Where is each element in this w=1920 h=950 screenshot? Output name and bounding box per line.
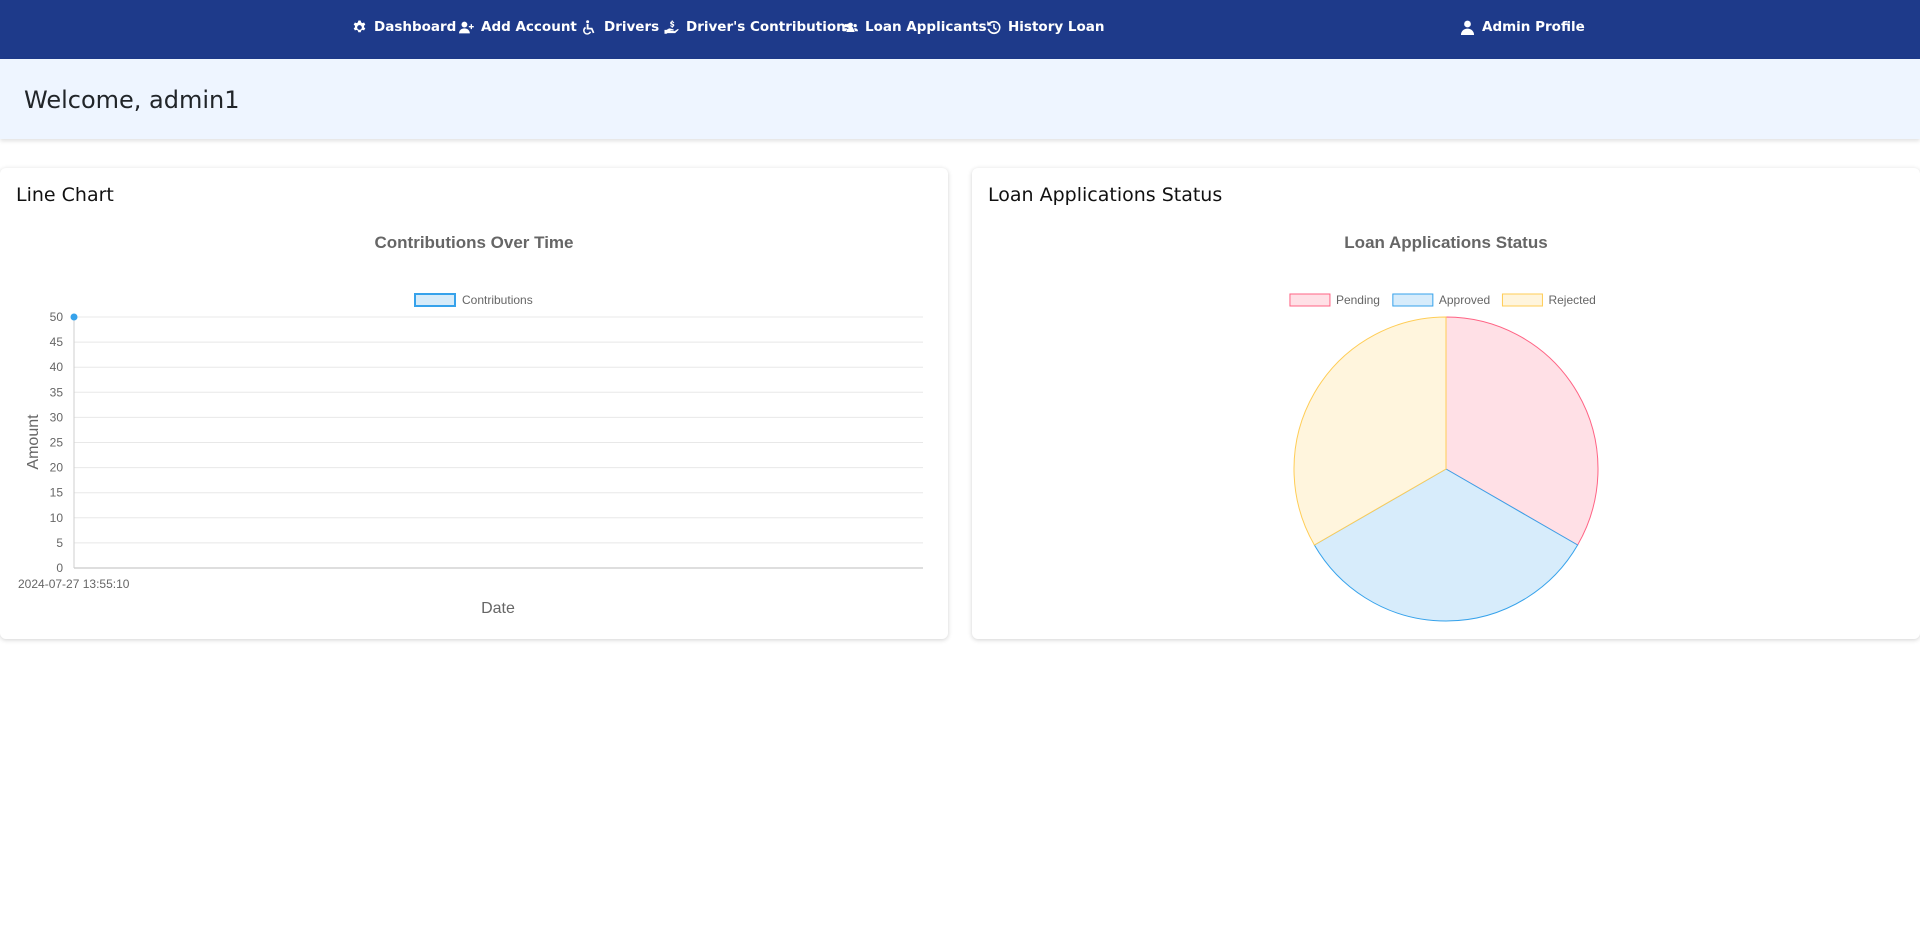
- legend-swatch-approved: [1392, 293, 1434, 307]
- data-point: [70, 313, 78, 321]
- legend-label-approved: Approved: [1439, 293, 1490, 307]
- legend-swatch-rejected: [1501, 293, 1543, 307]
- y-tick-label: 30: [50, 410, 64, 424]
- history-icon: [987, 20, 1001, 34]
- chart-title: Contributions Over Time: [375, 233, 574, 252]
- hand-holding-dollar-icon: [664, 19, 679, 34]
- nav-history-loan-label: History Loan: [1008, 19, 1105, 35]
- nav-drivers-label: Drivers: [604, 19, 660, 35]
- nav-loan-applicants-label: Loan Applicants: [865, 19, 987, 35]
- nav-dashboard[interactable]: Dashboard: [352, 0, 456, 54]
- nav-add-account-label: Add Account: [481, 19, 577, 35]
- y-tick-label: 0: [56, 561, 63, 575]
- y-tick-label: 40: [50, 360, 64, 374]
- y-tick-label: 10: [50, 511, 64, 525]
- x-axis-title: Date: [481, 600, 515, 617]
- legend-label-pending: Pending: [1336, 293, 1380, 307]
- line-chart-card: Line Chart Contributions Over Time Contri…: [0, 168, 948, 639]
- nav-admin-profile[interactable]: Admin Profile: [1460, 0, 1585, 54]
- y-axis-title: Amount: [25, 414, 42, 470]
- y-tick-label: 45: [50, 335, 64, 349]
- y-tick-label: 5: [56, 536, 63, 550]
- pie-chart-card: Loan Applications Status Loan Applicatio…: [972, 168, 1920, 639]
- nav-add-account[interactable]: Add Account: [459, 0, 577, 54]
- line-chart: Contributions Over Time Contributions 0 5 10…: [18, 233, 923, 617]
- user-plus-icon: [459, 21, 474, 33]
- nav-dashboard-label: Dashboard: [374, 19, 457, 35]
- y-tick-label: 35: [50, 385, 64, 399]
- top-navbar: Dashboard Add Account Drivers Driver's C…: [0, 0, 1920, 59]
- legend-swatch-pending: [1289, 293, 1331, 307]
- nav-drivers-contributions-label: Driver's Contributions: [686, 19, 854, 35]
- legend-swatch-contributions: [414, 293, 456, 307]
- user-icon: [1460, 20, 1475, 35]
- wheelchair-icon: [583, 19, 595, 35]
- nav-drivers-contributions[interactable]: Driver's Contributions: [664, 0, 854, 54]
- nav-loan-applicants[interactable]: Loan Applicants: [843, 0, 987, 54]
- pie-chart: Loan Applications Status Pending Approved R…: [1289, 233, 1599, 622]
- y-tick-label: 25: [50, 436, 64, 450]
- nav-admin-profile-label: Admin Profile: [1482, 19, 1585, 35]
- y-tick-label: 15: [50, 486, 64, 500]
- nav-history-loan[interactable]: History Loan: [986, 0, 1104, 54]
- y-tick-label: 50: [50, 310, 64, 324]
- chart-title: Loan Applications Status: [1344, 233, 1547, 252]
- welcome-text: Welcome, admin1: [24, 86, 240, 114]
- legend-label-rejected: Rejected: [1548, 293, 1595, 307]
- users-icon: [843, 22, 858, 32]
- welcome-banner: Welcome, admin1: [0, 59, 1920, 139]
- nav-drivers[interactable]: Drivers: [582, 0, 659, 54]
- x-tick-label: 2024-07-27 13:55:10: [18, 577, 130, 591]
- legend-label-contributions: Contributions: [462, 293, 533, 307]
- y-tick-label: 20: [50, 461, 64, 475]
- gear-icon: [353, 19, 366, 32]
